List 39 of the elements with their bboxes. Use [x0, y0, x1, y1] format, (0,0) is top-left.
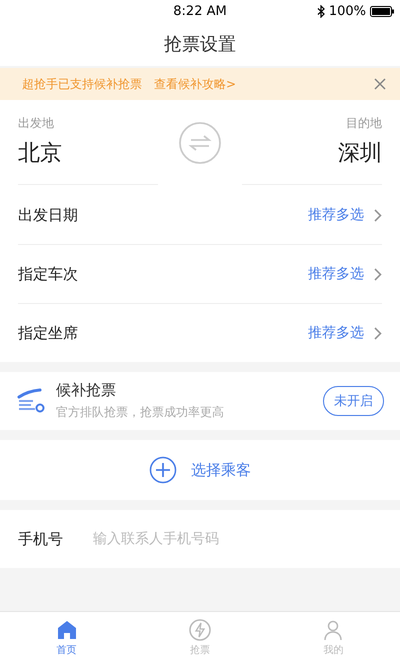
notice-text: 超抢手已支持候补抢票	[22, 76, 142, 92]
option-row[interactable]: 出发日期 推荐多选	[18, 186, 382, 245]
phone-input-field[interactable]: 输入联系人手机号码	[91, 530, 382, 548]
option-label: 指定坐席	[18, 324, 78, 342]
option-label: 出发日期	[18, 206, 78, 224]
add-icon[interactable]	[149, 456, 177, 484]
phone-label: 手机号	[18, 530, 63, 548]
option-label: 指定车次	[18, 264, 78, 284]
swap-icon[interactable]	[178, 121, 222, 165]
option-value: 推荐多选	[308, 324, 364, 342]
ticket-icon	[16, 388, 46, 414]
option-row[interactable]: 指定坐席 推荐多选	[18, 304, 382, 362]
close-icon[interactable]	[374, 78, 386, 90]
tab[interactable]: 我的	[266, 612, 400, 664]
select-passenger-link[interactable]: 选择乘客	[191, 460, 251, 480]
option-value: 推荐多选	[308, 206, 364, 224]
battery-percent: 100%	[328, 4, 366, 18]
waitlist-title: 候补抢票	[56, 381, 117, 400]
option-value: 推荐多选	[308, 265, 364, 283]
option-row[interactable]: 指定车次 推荐多选	[18, 245, 382, 304]
to-city[interactable]: 深圳	[338, 138, 382, 168]
waitlist-subtitle: 官方排队抢票，抢票成功率更高	[56, 404, 224, 421]
from-label: 出发地	[18, 115, 55, 132]
tab[interactable]: 首页	[0, 612, 134, 664]
chevron-icon	[374, 208, 382, 222]
status-time: 8:22 AM	[173, 4, 227, 18]
tab[interactable]: 抢票	[133, 612, 267, 664]
bluetooth-icon	[316, 4, 325, 18]
page-title: 抢票设置	[164, 33, 236, 56]
waitlist-toggle-button[interactable]: 未开启	[323, 386, 384, 416]
chevron-icon	[374, 268, 382, 280]
to-label: 目的地	[346, 115, 382, 132]
guide-link[interactable]: 查看候补攻略>	[154, 76, 236, 92]
person-icon	[322, 619, 344, 641]
lightning-icon	[188, 619, 211, 641]
battery-icon	[370, 6, 394, 16]
from-city[interactable]: 北京	[18, 138, 158, 168]
chevron-icon	[374, 326, 382, 340]
home-icon	[56, 619, 78, 641]
